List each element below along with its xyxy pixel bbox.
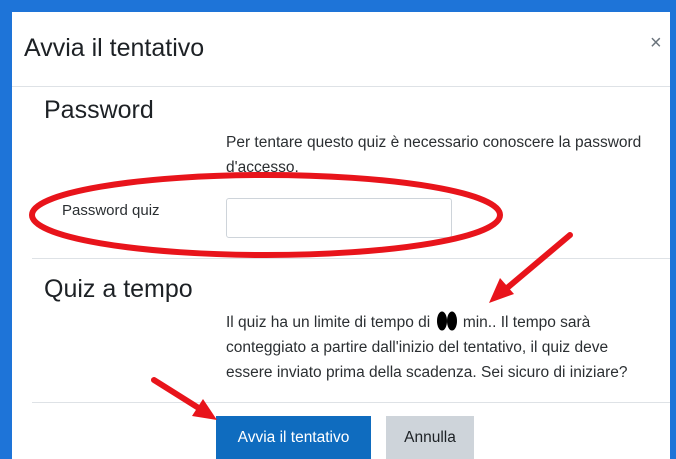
start-attempt-dialog: Avvia il tentativo × Password Per tentar… xyxy=(12,12,670,459)
dialog-title: Avvia il tentativo xyxy=(24,34,205,62)
timed-info-line1: Il quiz ha un limite di tempo di min.. I… xyxy=(226,310,627,335)
window-frame-right xyxy=(670,0,676,459)
dialog-header: Avvia il tentativo × xyxy=(12,12,670,87)
section-divider xyxy=(32,258,670,259)
window-frame-top xyxy=(0,0,676,12)
password-info: Per tentare questo quiz è necessario con… xyxy=(226,130,641,180)
cancel-button[interactable]: Annulla xyxy=(386,416,474,459)
start-attempt-button[interactable]: Avvia il tentativo xyxy=(216,416,371,459)
window-frame-left xyxy=(0,0,12,459)
timed-info-line1-end: min.. Il tempo sarà xyxy=(462,314,591,331)
timed-info-line2: conteggiato a partire dall'inizio del te… xyxy=(226,339,609,356)
password-info-line2: d'accesso. xyxy=(226,159,299,176)
password-field-label: Password quiz xyxy=(62,202,160,219)
timed-section-title: Quiz a tempo xyxy=(44,275,193,303)
password-section-title: Password xyxy=(44,96,154,124)
password-info-line1: Per tentare questo quiz è necessario con… xyxy=(226,134,642,151)
close-icon[interactable]: × xyxy=(650,32,662,55)
redacted-time-value xyxy=(436,311,458,331)
timed-info-line3: essere inviato prima della scadenza. Sei… xyxy=(226,364,628,381)
footer-divider xyxy=(32,402,670,403)
timed-info-line1-start: Il quiz ha un limite di tempo di xyxy=(226,314,431,331)
timed-info: Il quiz ha un limite di tempo di min.. I… xyxy=(226,310,627,385)
password-field[interactable] xyxy=(226,198,452,238)
